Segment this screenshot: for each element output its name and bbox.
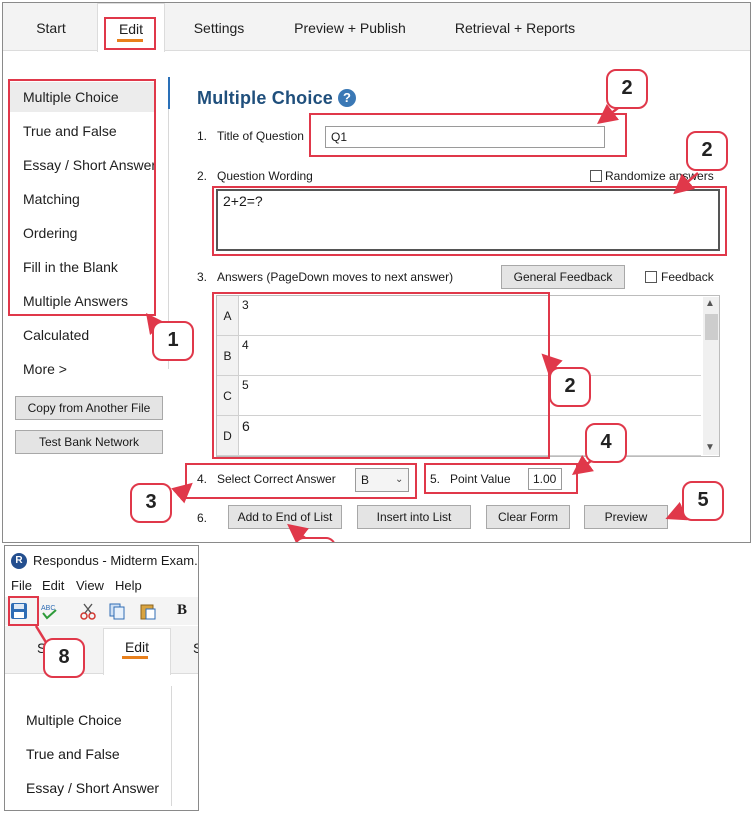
callout-answers <box>212 292 550 459</box>
step-badge-answers: 2 <box>549 367 591 407</box>
top-screenshot-panel: Start Edit Settings Preview + Publish Re… <box>2 2 751 543</box>
general-feedback-button[interactable]: General Feedback <box>501 265 625 289</box>
tab-retrieval-reports[interactable]: Retrieval + Reports <box>447 3 583 51</box>
step-badge-types: 1 <box>152 321 194 361</box>
callout-arrow-save <box>34 625 49 645</box>
feedback-checkbox[interactable] <box>645 271 657 283</box>
callout-wording <box>212 186 727 256</box>
tab-start[interactable]: Start <box>19 3 83 51</box>
test-bank-network-button[interactable]: Test Bank Network <box>15 430 163 454</box>
step-badge-add: 6 <box>294 537 336 542</box>
preview-button[interactable]: Preview <box>584 505 668 529</box>
step-badge-correct: 3 <box>130 483 172 523</box>
tab-preview-publish[interactable]: Preview + Publish <box>285 3 415 51</box>
wording-label: Question Wording <box>217 169 313 183</box>
step-badge-points: 4 <box>585 423 627 463</box>
tab-settings[interactable]: Settings <box>183 3 255 51</box>
help-icon[interactable]: ? <box>338 89 356 107</box>
clear-form-button[interactable]: Clear Form <box>486 505 570 529</box>
actions-number: 6. <box>197 511 208 525</box>
feedback-label: Feedback <box>661 270 714 284</box>
callout-question-types <box>8 79 156 316</box>
wording-number: 2. <box>197 169 208 183</box>
add-to-end-button[interactable]: Add to End of List <box>228 505 342 529</box>
callout-point-value <box>424 463 578 494</box>
callout-correct-answer <box>185 463 417 499</box>
answers-number: 3. <box>197 270 208 284</box>
sidebar-item-calculated[interactable]: Calculated <box>23 327 89 343</box>
scroll-up-icon[interactable]: ▲ <box>705 298 715 309</box>
randomize-label: Randomize answers <box>605 169 714 183</box>
title-label: Title of Question <box>217 129 304 143</box>
step-badge-preview: 5 <box>682 481 724 521</box>
copy-from-file-button[interactable]: Copy from Another File <box>15 396 163 420</box>
step-badge-title: 2 <box>606 69 648 109</box>
insert-into-list-button[interactable]: Insert into List <box>357 505 471 529</box>
randomize-checkbox[interactable] <box>590 170 602 182</box>
title-number: 1. <box>197 129 208 143</box>
scroll-down-icon[interactable]: ▼ <box>705 442 715 453</box>
answers-scroll-thumb[interactable] <box>705 314 718 340</box>
sidebar-active-indicator <box>168 77 170 109</box>
callout-edit-tab <box>104 17 156 50</box>
answers-label: Answers (PageDown moves to next answer) <box>217 270 454 284</box>
bottom-screenshot-window: R Respondus - Midterm Exam.rsp File Edit… <box>4 545 199 811</box>
callout-title <box>309 113 627 157</box>
step-badge-save: 8 <box>43 638 85 678</box>
page-title: Multiple Choice <box>197 88 334 108</box>
step-badge-wording: 2 <box>686 131 728 171</box>
sidebar-item-more[interactable]: More > <box>23 361 67 377</box>
